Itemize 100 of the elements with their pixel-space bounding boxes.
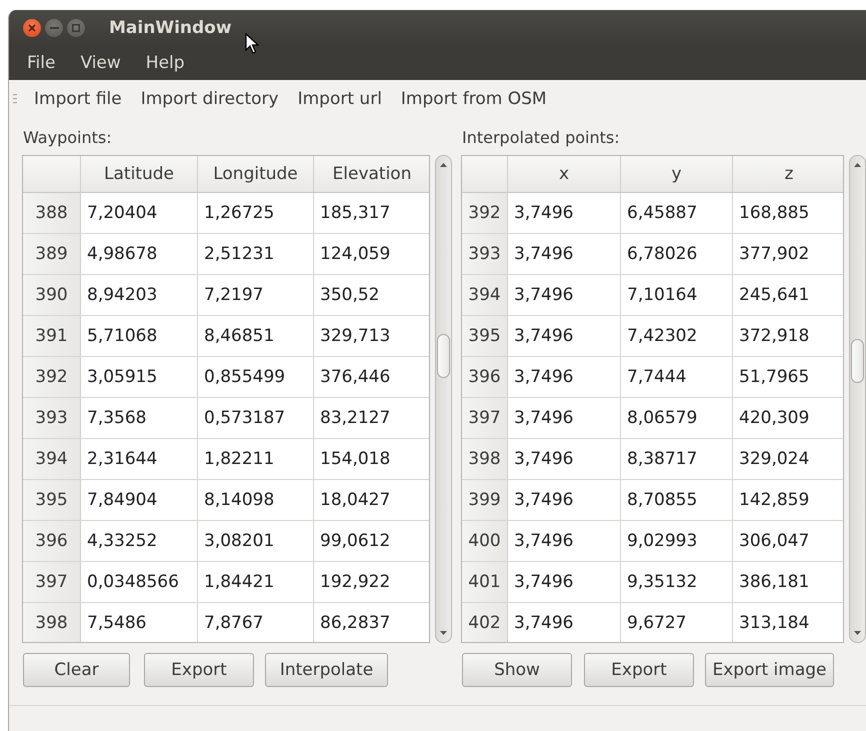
table-cell: 5,71068 xyxy=(81,316,198,356)
menu-item[interactable]: Help xyxy=(136,50,197,74)
row-header[interactable]: 389 xyxy=(23,234,81,274)
table-cell: 99,0612 xyxy=(314,521,429,561)
column-header[interactable]: z xyxy=(733,156,843,192)
scrollbar-thumb[interactable] xyxy=(437,334,450,378)
row-header[interactable]: 401 xyxy=(462,562,508,602)
table-cell: 0,855499 xyxy=(198,357,314,397)
row-header[interactable]: 391 xyxy=(23,316,81,356)
table-cell: 8,14098 xyxy=(198,480,314,520)
maximize-icon[interactable] xyxy=(67,18,85,36)
table-cell: 142,859 xyxy=(733,480,843,520)
table-cell: 245,641 xyxy=(733,275,843,315)
table-cell: 3,7496 xyxy=(508,398,621,438)
menu-item[interactable]: View xyxy=(71,50,133,74)
table-cell: 1,82211 xyxy=(198,439,314,479)
row-header[interactable]: 392 xyxy=(23,357,81,397)
row-header[interactable]: 395 xyxy=(23,480,81,520)
table-cell: 329,024 xyxy=(733,439,843,479)
action-button[interactable]: Clear xyxy=(23,653,130,687)
row-header[interactable]: 396 xyxy=(462,357,508,397)
table-cell: 3,7496 xyxy=(508,603,621,642)
table-cell: 6,45887 xyxy=(621,193,733,233)
table-cell: 86,2837 xyxy=(314,603,429,642)
row-header[interactable]: 397 xyxy=(462,398,508,438)
table-cell: 329,713 xyxy=(314,316,429,356)
table-cell: 376,446 xyxy=(314,357,429,397)
table-cell: 3,7496 xyxy=(508,357,621,397)
toolbar-button[interactable]: Import directory xyxy=(130,85,288,113)
row-header[interactable]: 398 xyxy=(23,603,81,642)
row-header[interactable]: 394 xyxy=(462,275,508,315)
table-cell: 8,94203 xyxy=(81,275,198,315)
table-cell: 3,7496 xyxy=(508,275,621,315)
row-header[interactable]: 402 xyxy=(462,603,508,642)
table-cell: 372,918 xyxy=(733,316,843,356)
action-button[interactable]: Export xyxy=(144,653,254,687)
column-header[interactable]: Longitude xyxy=(198,156,314,192)
panel-label: Waypoints: xyxy=(22,127,113,149)
row-header[interactable]: 388 xyxy=(23,193,81,233)
toolbar-button[interactable]: Import url xyxy=(288,85,391,113)
table-cell: 7,8767 xyxy=(198,603,314,642)
table-cell: 0,573187 xyxy=(198,398,314,438)
table-cell: 9,02993 xyxy=(621,521,733,561)
scrollbar-thumb[interactable] xyxy=(851,339,864,383)
scroll-up-icon[interactable] xyxy=(853,162,862,168)
action-button[interactable]: Show xyxy=(462,653,572,687)
row-header[interactable]: 390 xyxy=(23,275,81,315)
table-cell: 2,51231 xyxy=(198,234,314,274)
table-cell: 3,08201 xyxy=(198,521,314,561)
table-cell: 9,35132 xyxy=(621,562,733,602)
vertical-scrollbar[interactable] xyxy=(849,155,866,643)
table-cell: 192,922 xyxy=(314,562,429,602)
table-cell: 8,06579 xyxy=(621,398,733,438)
action-button[interactable]: Export xyxy=(584,653,694,687)
table-cell: 185,317 xyxy=(314,193,429,233)
table-cell: 7,42302 xyxy=(621,316,733,356)
table-cell: 7,84904 xyxy=(81,480,198,520)
close-icon[interactable] xyxy=(23,18,41,36)
scroll-down-icon[interactable] xyxy=(853,630,862,636)
toolbar-button[interactable]: Import file xyxy=(24,85,131,113)
window-title: MainWindow xyxy=(109,18,232,38)
table-cell: 3,7496 xyxy=(508,480,621,520)
action-button[interactable]: Export image xyxy=(705,653,834,687)
table-cell: 2,31644 xyxy=(81,439,198,479)
table-cell: 4,98678 xyxy=(81,234,198,274)
row-header[interactable]: 397 xyxy=(23,562,81,602)
table-cell: 7,10164 xyxy=(621,275,733,315)
table-cell: 3,7496 xyxy=(508,562,621,602)
toolbar-button[interactable]: Import from OSM xyxy=(390,85,556,113)
table-cell: 8,38717 xyxy=(621,439,733,479)
action-button[interactable]: Interpolate xyxy=(265,653,388,687)
table-cell: 1,26725 xyxy=(198,193,314,233)
table-cell: 124,059 xyxy=(314,234,429,274)
table-cell: 8,70855 xyxy=(621,480,733,520)
table-cell: 313,184 xyxy=(733,603,843,642)
minimize-icon[interactable] xyxy=(45,18,63,36)
row-header[interactable]: 394 xyxy=(23,439,81,479)
row-header[interactable]: 392 xyxy=(462,193,508,233)
row-header[interactable]: 393 xyxy=(462,234,508,274)
scroll-down-icon[interactable] xyxy=(439,630,448,636)
vertical-scrollbar[interactable] xyxy=(435,155,452,643)
row-header[interactable]: 393 xyxy=(23,398,81,438)
table-cell: 7,5486 xyxy=(81,603,198,642)
table-cell: 306,047 xyxy=(733,521,843,561)
row-header[interactable]: 398 xyxy=(462,439,508,479)
column-header[interactable]: x xyxy=(508,156,621,192)
table-cell: 4,33252 xyxy=(81,521,198,561)
column-header[interactable]: y xyxy=(621,156,733,192)
column-header[interactable]: Elevation xyxy=(314,156,429,192)
row-header[interactable]: 395 xyxy=(462,316,508,356)
row-header[interactable]: 400 xyxy=(462,521,508,561)
row-header[interactable]: 399 xyxy=(462,480,508,520)
scroll-up-icon[interactable] xyxy=(439,162,448,168)
column-header[interactable]: Latitude xyxy=(81,156,198,192)
table-cell: 7,2197 xyxy=(198,275,314,315)
table-cell: 3,05915 xyxy=(81,357,198,397)
panel-label: Interpolated points: xyxy=(461,127,621,149)
row-header[interactable]: 396 xyxy=(23,521,81,561)
table-cell: 7,3568 xyxy=(81,398,198,438)
menu-item[interactable]: File xyxy=(18,50,68,74)
